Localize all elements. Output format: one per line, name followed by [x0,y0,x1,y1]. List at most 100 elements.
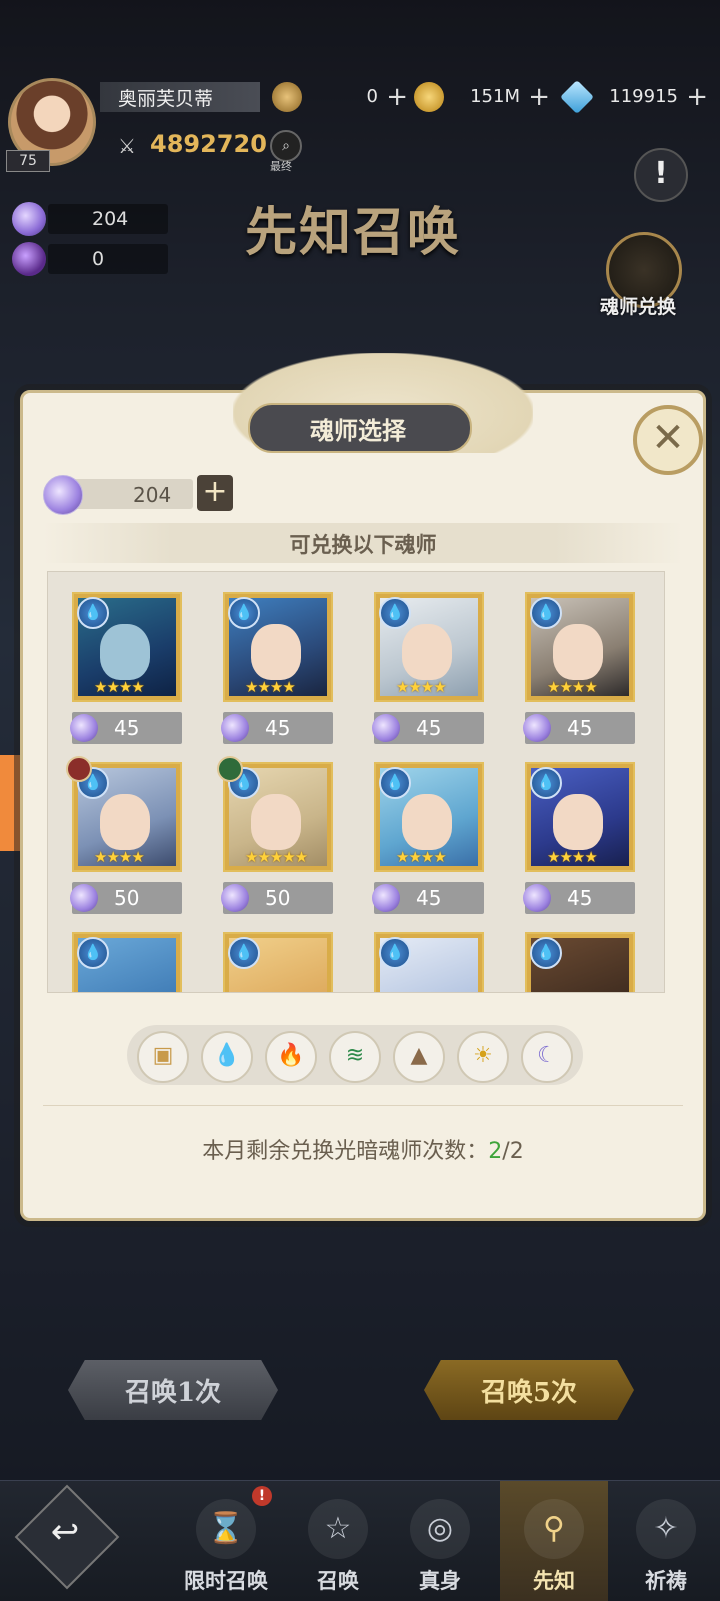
fire-icon[interactable]: 🔥 [265,1031,317,1083]
diamond-add-button[interactable]: + [686,82,708,112]
soul-card[interactable]: 💧 ★★★★ 50 [66,756,182,922]
tab-label: 召唤 [317,1568,359,1593]
medal-resource: 0 + [272,82,412,114]
balance-value: 204 [133,483,172,507]
cost-value: 45 [114,716,140,740]
back-arrow-icon: ↩ [50,1512,80,1552]
water-drop-icon: 💧 [379,597,411,629]
summon-once-label: 召唤1次 [124,1378,222,1408]
card-portrait: 💧 [374,932,484,992]
remaining-used: 2 [488,1139,503,1164]
character-face [402,794,452,850]
gold-coin-icon [414,82,444,112]
light-sun-icon[interactable]: ☀ [457,1031,509,1083]
soul-card[interactable]: 💧 ★★★★★ 50 [217,756,333,922]
card-portrait: 💧 ★★★★ [72,592,182,702]
cost-bar: 45 [523,712,635,744]
tab-label: 先知 [533,1568,575,1593]
card-portrait: 💧 ★★★★ [525,592,635,702]
add-orb-button[interactable]: + [197,475,233,511]
cost-value: 50 [114,886,140,910]
tab-label: 真身 [419,1568,461,1593]
card-portrait: 💧 ★★★★ [525,762,635,872]
top-bar: 75 奥丽芙贝蒂 ⚔ 4892720 ⌕ 最终 0 + 151M + 11991… [0,70,720,173]
dark-moon-icon[interactable]: ☾ [521,1031,573,1083]
tab-label: 限时召唤 [184,1568,268,1593]
dark-orb-icon [12,242,46,276]
character-face [402,624,452,680]
soul-card[interactable]: 💧 ★★★★ 45 [523,762,635,922]
character-face [100,794,150,850]
cost-bar: 45 [372,882,484,914]
close-button[interactable]: ✕ [633,405,703,475]
character-face [553,624,603,680]
soul-card[interactable]: 💧 [72,932,182,992]
wind-icon[interactable]: ≋ [329,1031,381,1083]
star-rating: ★★★★ [396,848,447,866]
tab-prophet[interactable]: ⚲ 先知 [500,1481,608,1601]
cost-value: 45 [567,716,593,740]
water-drop-icon: 💧 [228,597,260,629]
water-drop-icon: 💧 [228,937,260,969]
alert-button[interactable]: ! [634,148,688,202]
side-resource-dark: 0 [12,242,168,276]
diamond-resource: 119915 + [560,80,712,114]
star-rating: ★★★★ [396,678,447,696]
water-drop-icon: 💧 [530,597,562,629]
all-box-icon[interactable]: ▣ [137,1031,189,1083]
soul-orb-icon [372,884,400,912]
cost-value: 45 [416,886,442,910]
battle-power: 4892720 [150,130,267,158]
character-face [251,794,301,850]
soul-card[interactable]: 💧 ★★★★ 45 [372,762,484,922]
medal-coin-icon [272,82,302,112]
medal-value: 0 [366,86,378,107]
gold-resource: 151M + [414,82,554,114]
soul-master-select-modal: 魂师选择 ✕ 204 + 可兑换以下魂师 💧 ★★★★ 45 💧 ★★★★ 45… [20,353,706,1221]
card-portrait: 💧 ★★★★ [223,592,333,702]
remaining-label: 本月剩余兑换光暗魂师次数： [202,1139,489,1164]
tab-true-form[interactable]: ◎ 真身 [386,1481,494,1601]
tab-summon[interactable]: ☆ 召唤 [284,1481,392,1601]
earth-mountain-icon[interactable]: ▲ [393,1031,445,1083]
medal-add-button[interactable]: + [386,82,408,112]
rank-label: 最终 [270,160,292,173]
soul-orb-icon [70,884,98,912]
water-drop-icon[interactable]: 💧 [201,1031,253,1083]
water-drop-icon: 💧 [379,937,411,969]
cost-value: 50 [265,886,291,910]
soul-card[interactable]: 💧 ★★★★ 45 [372,592,484,752]
star-rating: ★★★★ [547,678,598,696]
water-drop-icon: 💧 [77,937,109,969]
gold-value: 151M [470,86,520,107]
soul-card[interactable]: 💧 ★★★★ 45 [523,592,635,752]
soul-orb-icon [523,714,551,742]
soul-card[interactable]: 💧 ★★★★ 45 [70,592,182,752]
gold-add-button[interactable]: + [528,82,550,112]
soul-card[interactable]: 💧 [374,932,484,992]
water-drop-icon: 💧 [530,767,562,799]
soul-orb-icon [221,714,249,742]
orb-balance: 204 + [43,475,233,515]
remaining-exchange-text: 本月剩余兑换光暗魂师次数：2/2 [23,1133,703,1165]
soul-card[interactable]: 💧 [223,932,333,992]
tab-pray[interactable]: ✧ 祈祷 [612,1481,720,1601]
modal-title: 魂师选择 [310,416,406,445]
soul-orb-icon [43,475,83,515]
notification-badge: ! [252,1486,272,1506]
character-face [100,624,150,680]
soul-card[interactable]: 💧 [525,932,635,992]
star-rating: ★★★★ [94,678,145,696]
side-resource-soul: 204 [12,202,168,236]
subheader: 可兑换以下魂师 [43,523,683,563]
soul-orb-icon [523,884,551,912]
crossed-swords-icon: ⚔ [118,134,136,158]
pray-icon: ✧ [636,1499,696,1559]
cost-bar: 50 [221,882,333,914]
soul-card[interactable]: 💧 ★★★★ 45 [221,592,333,752]
planet-icon: ◎ [410,1499,470,1559]
cost-bar: 45 [523,882,635,914]
diamond-icon [560,80,594,114]
soul-orb-icon [372,714,400,742]
soul-master-grid[interactable]: 💧 ★★★★ 45 💧 ★★★★ 45 💧 ★★★★ 45 💧 ★★★★ 45 … [47,571,665,993]
